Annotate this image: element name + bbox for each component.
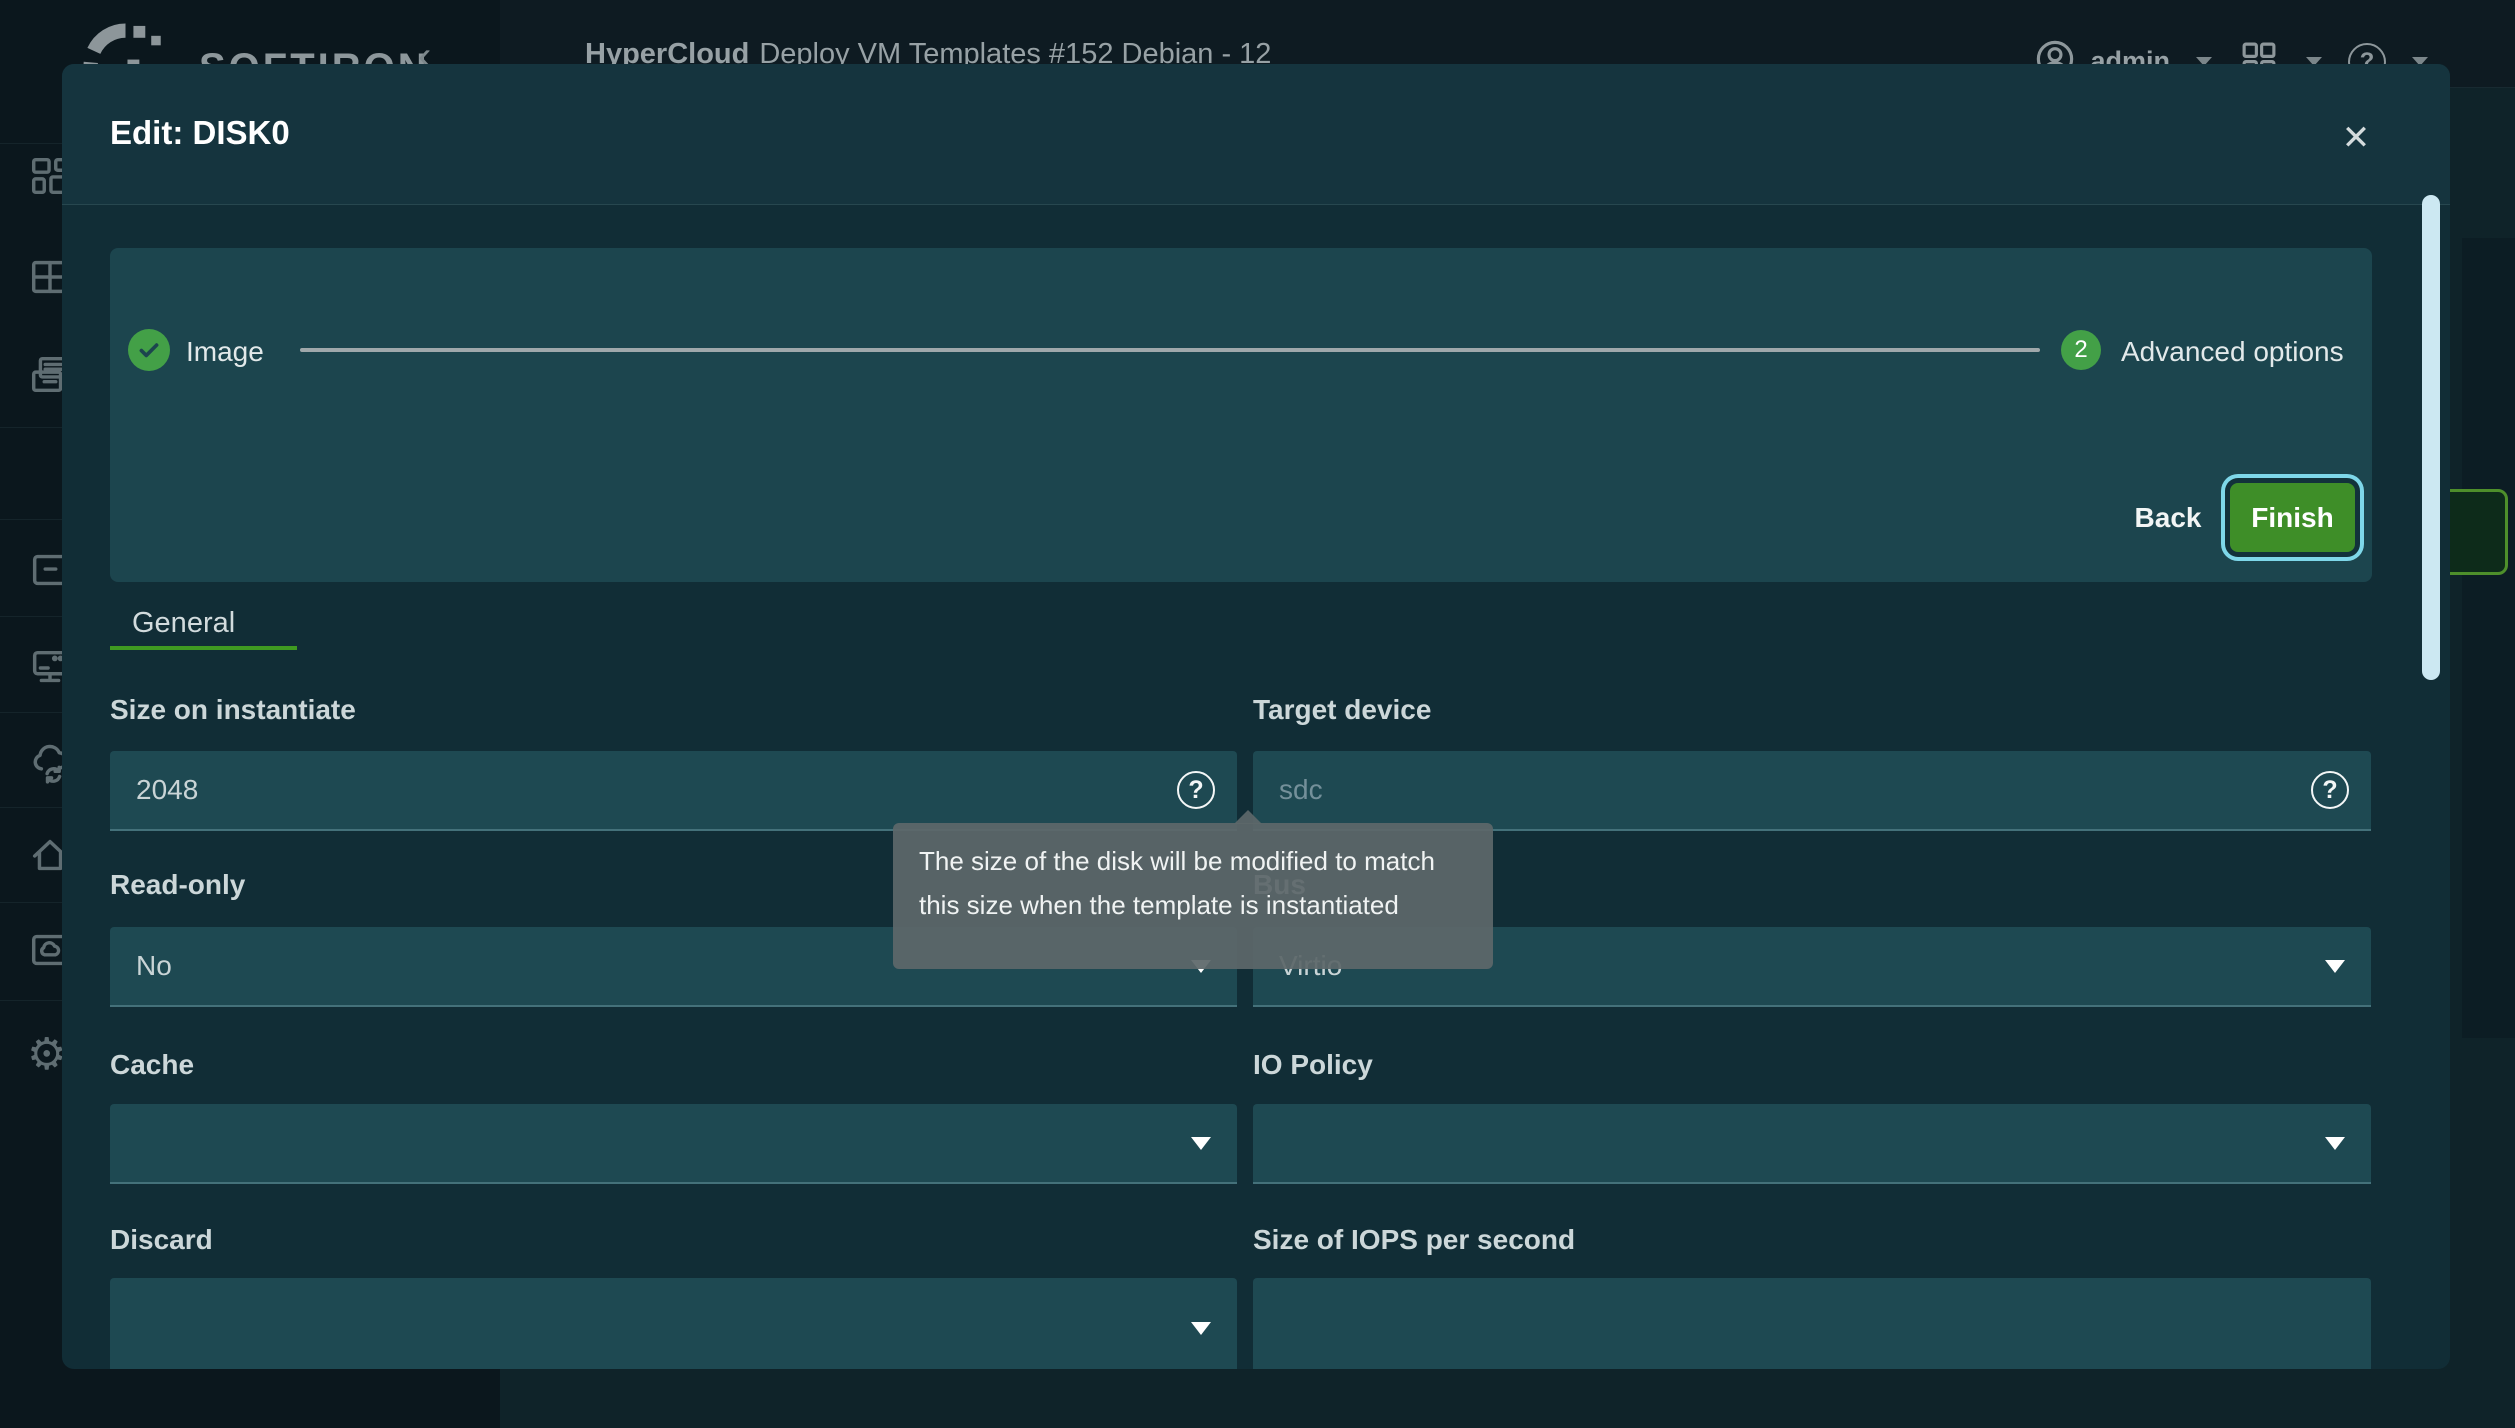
cache-select[interactable] <box>110 1104 1237 1184</box>
finish-button[interactable]: Finish <box>2230 483 2355 552</box>
size-on-instantiate-input[interactable]: 2048 ? <box>110 751 1237 831</box>
dropdown-arrow-icon <box>2325 960 2345 973</box>
dropdown-arrow-icon <box>2325 1137 2345 1150</box>
stepper-connector <box>300 348 2040 352</box>
stepper-card: Image 2 Advanced options Back Finish <box>110 248 2372 582</box>
step-2-circle[interactable]: 2 <box>2061 330 2101 370</box>
target-device-input[interactable]: sdc ? <box>1253 751 2371 831</box>
field-label-target-device: Target device <box>1253 694 1431 730</box>
size-of-iops-input[interactable] <box>1253 1278 2371 1369</box>
field-label-size-of-iops: Size of IOPS per second <box>1253 1224 1575 1260</box>
tab-active-underline <box>110 646 297 650</box>
size-help-icon[interactable]: ? <box>1177 771 1215 809</box>
field-label-cache: Cache <box>110 1049 194 1085</box>
modal-header: Edit: DISK0 ✕ <box>62 64 2450 205</box>
modal-scrollbar-thumb[interactable] <box>2422 195 2440 680</box>
field-label-discard: Discard <box>110 1224 213 1260</box>
field-label-read-only: Read-only <box>110 869 245 905</box>
back-button[interactable]: Back <box>2113 488 2223 548</box>
edit-disk-modal: Edit: DISK0 ✕ Image 2 Advanced options B… <box>62 64 2450 1369</box>
target-device-help-icon[interactable]: ? <box>2311 771 2349 809</box>
field-label-size-on-instantiate: Size on instantiate <box>110 694 356 730</box>
size-help-tooltip: The size of the disk will be modified to… <box>893 823 1493 969</box>
modal-title: Edit: DISK0 <box>110 114 290 152</box>
tab-general[interactable]: General <box>110 594 297 652</box>
background-panel <box>2462 238 2515 1038</box>
dropdown-arrow-icon <box>1191 1137 1211 1150</box>
step-completed-check-icon[interactable] <box>128 329 170 371</box>
discard-select[interactable] <box>110 1278 1237 1369</box>
step-image-label: Image <box>186 336 264 368</box>
field-label-io-policy: IO Policy <box>1253 1049 1373 1085</box>
close-icon[interactable]: ✕ <box>2334 116 2378 160</box>
io-policy-select[interactable] <box>1253 1104 2371 1184</box>
target-device-placeholder: sdc <box>1279 774 1323 806</box>
step-advanced-options-label: Advanced options <box>2121 336 2344 368</box>
dropdown-arrow-icon <box>1191 1322 1211 1335</box>
